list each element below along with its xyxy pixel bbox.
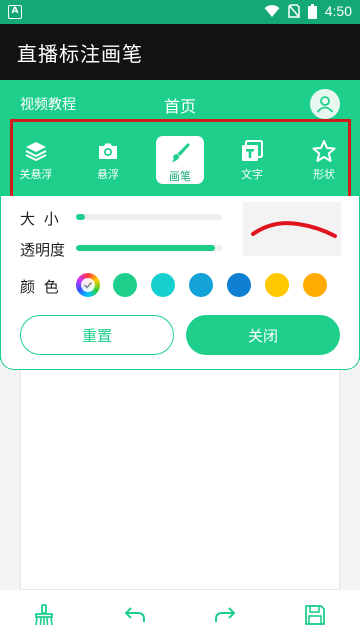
bottom-toolbar (0, 590, 360, 640)
color-swatch[interactable] (227, 273, 251, 297)
color-swatch[interactable] (303, 273, 327, 297)
app-notification-icon: A (8, 5, 22, 19)
tool-text[interactable]: 文字 (226, 132, 278, 186)
redo-button[interactable] (212, 602, 238, 628)
status-bar: A 4:50 (0, 0, 360, 24)
tool-label: 悬浮 (97, 168, 119, 181)
save-icon (305, 605, 325, 625)
tool-label: 关悬浮 (19, 168, 53, 181)
undo-button[interactable] (122, 602, 148, 628)
color-swatch[interactable] (151, 273, 175, 297)
tool-bar: 关悬浮 悬浮 画笔 文字 形状 (0, 130, 360, 192)
brush-preview (243, 202, 341, 256)
video-tutorial-link[interactable]: 视频教程 (20, 94, 76, 114)
layers-icon (23, 138, 49, 164)
check-icon (81, 278, 95, 292)
opacity-label: 透明度 (20, 241, 66, 259)
text-icon (239, 138, 265, 164)
custom-color-picker[interactable] (76, 273, 100, 297)
color-swatch[interactable] (113, 273, 137, 297)
reset-button[interactable]: 重置 (20, 315, 174, 355)
camera-icon (95, 138, 121, 164)
tool-label: 形状 (313, 168, 335, 181)
top-nav: 视频教程 首页 (0, 80, 360, 126)
star-icon (311, 138, 337, 164)
color-label: 颜 色 (20, 278, 61, 296)
save-button[interactable] (302, 602, 328, 628)
no-sim-icon (288, 4, 300, 18)
close-button[interactable]: 关闭 (186, 315, 340, 355)
size-label: 大 小 (20, 210, 61, 228)
color-swatch[interactable] (265, 273, 289, 297)
undo-icon (124, 607, 145, 622)
opacity-slider[interactable] (76, 245, 222, 251)
opacity-slider-fill (76, 245, 215, 251)
tool-brush[interactable]: 画笔 (156, 136, 204, 184)
broom-icon (35, 604, 53, 626)
wifi-icon (264, 5, 280, 17)
user-icon (316, 96, 334, 113)
tool-label: 画笔 (169, 170, 191, 183)
clock: 4:50 (324, 3, 352, 19)
status-icons: 4:50 (264, 3, 352, 19)
app-title: 直播标注画笔 (17, 42, 143, 66)
clear-button[interactable] (31, 602, 57, 628)
canvas-card (20, 365, 340, 590)
app-bar: 直播标注画笔 (0, 24, 360, 80)
tool-float[interactable]: 悬浮 (82, 132, 134, 186)
redo-icon (215, 607, 236, 622)
battery-icon (307, 3, 317, 19)
tool-label: 文字 (241, 168, 263, 181)
tool-shape[interactable]: 形状 (298, 132, 350, 186)
color-swatch[interactable] (189, 273, 213, 297)
tool-close-float[interactable]: 关悬浮 (10, 132, 62, 186)
user-avatar-button[interactable] (310, 89, 340, 119)
brush-icon (167, 140, 193, 166)
size-slider-fill (76, 214, 85, 220)
size-slider[interactable] (76, 214, 222, 220)
